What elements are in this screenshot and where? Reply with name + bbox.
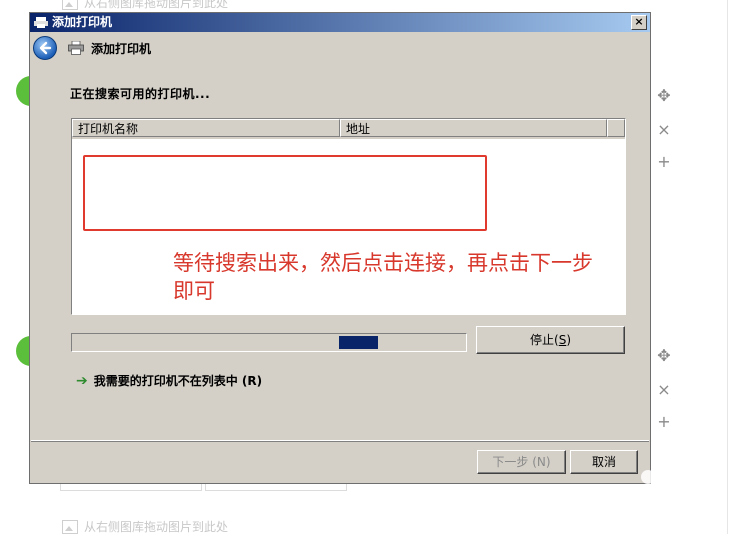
printer-icon — [68, 41, 84, 55]
image-icon — [62, 519, 78, 534]
list-header: 打印机名称 地址 — [72, 119, 625, 139]
stop-button[interactable]: 停止(S) — [476, 326, 625, 354]
stop-label-suffix: ) — [566, 333, 571, 347]
progress-fill — [339, 336, 378, 349]
printer-not-listed-link[interactable]: ➔ 我需要的打印机不在列表中 (R) — [76, 372, 262, 389]
green-arrow-icon: ➔ — [76, 372, 88, 389]
cancel-button[interactable]: 取消 — [570, 450, 638, 474]
column-address[interactable]: 地址 — [340, 119, 607, 137]
close-button[interactable]: × — [631, 15, 647, 30]
drop-hint-bottom: 从右侧图库拖动图片到此处 — [62, 518, 228, 535]
column-printer-name[interactable]: 打印机名称 — [72, 119, 340, 137]
stop-label-prefix: 停止( — [530, 333, 559, 347]
column-filler — [607, 119, 625, 137]
wizard-header: 添加打印机 — [30, 32, 650, 64]
wizard-title: 添加打印机 — [91, 42, 152, 56]
window-title: 添加打印机 — [52, 15, 113, 29]
printer-app-icon — [34, 17, 48, 28]
move-icon[interactable]: ✥ — [654, 346, 674, 366]
image-icon — [62, 0, 78, 10]
drop-hint-text: 从右侧图库拖动图片到此处 — [84, 0, 229, 10]
title-bar[interactable]: 添加打印机 × — [30, 13, 650, 32]
not-listed-text: 我需要的打印机不在列表中 (R) — [93, 374, 263, 388]
search-status-text: 正在搜索可用的打印机... — [70, 87, 211, 101]
instruction-annotation: 等待搜索出来，然后点击连接，再点击下一步即可 — [173, 251, 593, 303]
close-icon[interactable]: × — [654, 120, 674, 140]
background-divider — [727, 0, 728, 534]
watermark-logo — [641, 470, 673, 489]
plus-icon[interactable]: + — [654, 152, 674, 172]
plus-icon[interactable]: + — [654, 412, 674, 432]
add-printer-window: 添加打印机 × 添加打印机 正在搜索可用的打印机... 打印机名称 地址 停止(… — [29, 12, 673, 489]
move-icon[interactable]: ✥ — [654, 86, 674, 106]
search-progress-bar — [71, 333, 467, 352]
highlight-box — [83, 155, 487, 231]
drop-hint-top: 从右侧图库拖动图片到此处 — [62, 0, 228, 11]
drop-hint-text: 从右侧图库拖动图片到此处 — [84, 520, 229, 534]
next-button[interactable]: 下一步 (N) — [477, 450, 566, 474]
close-icon[interactable]: × — [654, 380, 674, 400]
back-arrow-icon — [39, 41, 52, 55]
back-button[interactable] — [33, 36, 57, 60]
